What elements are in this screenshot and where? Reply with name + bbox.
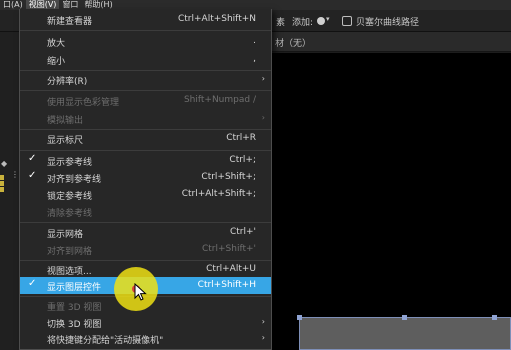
menu-item-show-rulers[interactable]: 显示标尺 Ctrl+R [20, 130, 271, 147]
menu-item-label: 使用显示色彩管理 [47, 98, 120, 108]
menu-item-simulate-output[interactable]: 模拟输出 › [20, 110, 271, 127]
menu-item-label: 缩小 [47, 57, 66, 67]
menu-item-label: 将快捷键分配给"活动摄像机" [47, 336, 164, 346]
menu-item-label: 模拟输出 [47, 116, 84, 126]
checkmark-icon: ✓ [28, 153, 37, 164]
menu-item-label: 清除参考线 [47, 209, 93, 219]
menu-item-new-viewer[interactable]: 新建查看器 Ctrl+Alt+Shift+N [20, 11, 271, 28]
checkmark-icon: ✓ [28, 170, 37, 181]
menu-item-label: 显示参考线 [47, 158, 93, 168]
menu-item-switch-3d-view[interactable]: 切换 3D 视图 › [20, 314, 271, 331]
selected-layer[interactable] [299, 317, 511, 350]
checkmark-icon: ✓ [28, 278, 37, 289]
layer-handle[interactable] [402, 315, 407, 320]
menu-item-display-color-management[interactable]: 使用显示色彩管理 Shift+Numpad / [20, 92, 271, 109]
menu-item-shortcut: Ctrl+; [229, 155, 256, 165]
menu-item-shortcut: Ctrl+R [226, 133, 256, 143]
menu-item-shortcut: Ctrl+Shift+' [201, 244, 256, 254]
add-dropdown-caret[interactable]: ▾ [326, 15, 330, 23]
submenu-arrow-icon: › [261, 113, 265, 122]
menu-item-label: 新建查看器 [47, 17, 93, 27]
menu-item-zoom-out[interactable]: 缩小 , [20, 51, 271, 68]
menu-item-zoom-in[interactable]: 放大 . [20, 33, 271, 50]
menu-separator [20, 222, 271, 223]
menu-item-label: 显示网格 [47, 230, 84, 240]
menu-item-resolution[interactable]: 分辨率(R) › [20, 71, 271, 88]
menu-item-shortcut: Ctrl+' [229, 227, 256, 237]
add-point-icon[interactable] [317, 17, 325, 25]
menu-item-label: 重置 3D 视图 [47, 303, 102, 313]
composition-viewer[interactable] [271, 53, 511, 350]
submenu-arrow-icon: › [261, 333, 265, 342]
menu-item-shortcut: Shift+Numpad / [183, 95, 256, 105]
menu-item-shortcut: Ctrl+Alt+Shift+; [181, 189, 256, 199]
bezier-path-label: 贝塞尔曲线路径 [356, 18, 420, 28]
left-panel-strip: ◆ ⋮ [0, 32, 20, 350]
viewer-header: 材（无） [271, 32, 511, 52]
menu-separator [20, 150, 271, 151]
menu-item-label: 切换 3D 视图 [47, 320, 102, 330]
menu-item-shortcut: . [253, 36, 256, 46]
menu-item-label: 放大 [47, 39, 66, 49]
menu-item-snap-to-guides[interactable]: ✓ 对齐到参考线 Ctrl+Shift+; [20, 169, 271, 186]
menu-item-assign-shortcut-active-camera[interactable]: 将快捷键分配给"活动摄像机" › [20, 330, 271, 347]
layer-handle[interactable] [492, 315, 497, 320]
menu-item-label: 锁定参考线 [47, 192, 93, 202]
panel-network-icon[interactable]: ⋮ [11, 170, 19, 179]
menu-item-shortcut: , [253, 54, 256, 64]
menu-item-snap-to-grid[interactable]: 对齐到网格 Ctrl+Shift+' [20, 241, 271, 258]
label-color-swatch [0, 181, 4, 186]
menu-item-label: 分辨率(R) [47, 77, 88, 87]
mouse-pointer-icon [134, 283, 147, 301]
label-color-swatch [0, 175, 4, 180]
menu-item-label: 对齐到参考线 [47, 175, 102, 185]
submenu-arrow-icon: › [261, 317, 265, 326]
add-label: 添加: [292, 18, 314, 28]
menu-item-show-grid[interactable]: 显示网格 Ctrl+' [20, 224, 271, 241]
menu-separator [20, 90, 271, 91]
label-color-swatch [0, 187, 4, 192]
menu-item-shortcut: Ctrl+Shift+; [201, 172, 256, 182]
layer-handle[interactable] [297, 315, 302, 320]
menu-item-label: 显示标尺 [47, 136, 84, 146]
menu-item-clear-guides[interactable]: 清除参考线 [20, 203, 271, 220]
bezier-path-checkbox[interactable] [342, 16, 352, 26]
menu-item-shortcut: Ctrl+Shift+H [197, 280, 256, 290]
menu-item-label: 对齐到网格 [47, 247, 93, 257]
viewer-source-label: 材（无） [275, 39, 312, 49]
menu-item-show-guides[interactable]: ✓ 显示参考线 Ctrl+; [20, 152, 271, 169]
panel-tab-icon[interactable]: ◆ [1, 159, 7, 168]
menu-item-label: 视图选项... [47, 267, 92, 277]
menu-item-shortcut: Ctrl+Alt+U [206, 264, 256, 274]
menu-item-lock-guides[interactable]: 锁定参考线 Ctrl+Alt+Shift+; [20, 186, 271, 203]
submenu-arrow-icon: › [261, 74, 265, 83]
menu-item-shortcut: Ctrl+Alt+Shift+N [177, 14, 256, 24]
toolbar-partial-label: 素 [276, 18, 286, 28]
menu-item-label: 显示图层控件 [47, 283, 102, 293]
menu-separator [20, 30, 271, 31]
